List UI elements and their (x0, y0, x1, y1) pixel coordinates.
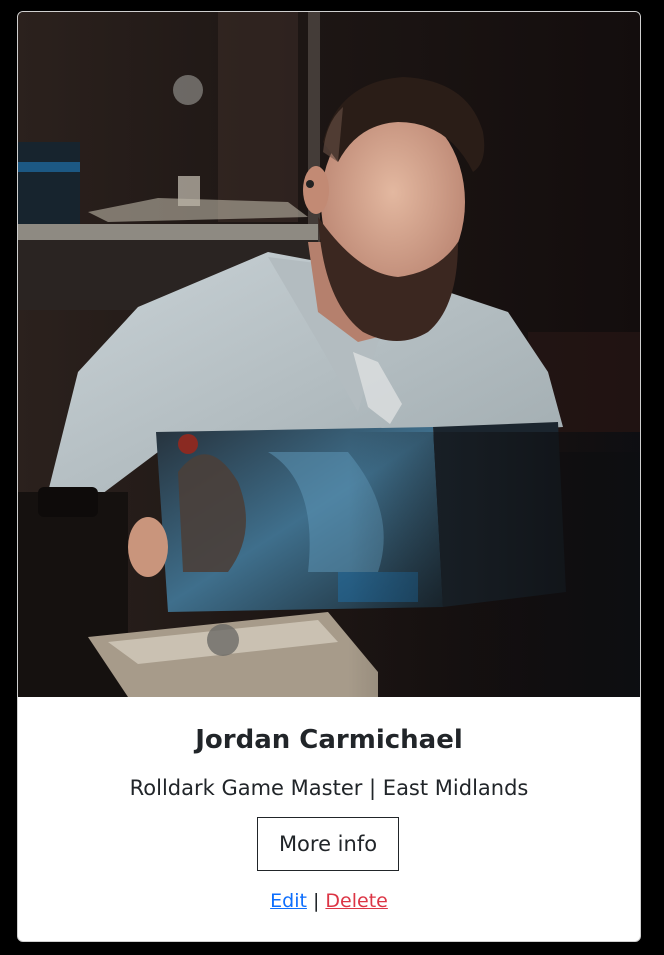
profile-name: Jordan Carmichael (195, 725, 463, 755)
action-separator: | (312, 890, 320, 912)
card-actions: Edit | Delete (18, 887, 640, 915)
edit-link[interactable]: Edit (270, 890, 307, 912)
profile-card: Jordan Carmichael Rolldark Game Master |… (17, 11, 641, 942)
card-body: Jordan Carmichael Rolldark Game Master |… (18, 697, 640, 941)
more-info-button[interactable]: More info (257, 817, 399, 871)
profile-photo (18, 12, 640, 697)
delete-link[interactable]: Delete (325, 890, 387, 912)
profile-role: Rolldark Game Master | East Midlands (129, 776, 529, 800)
